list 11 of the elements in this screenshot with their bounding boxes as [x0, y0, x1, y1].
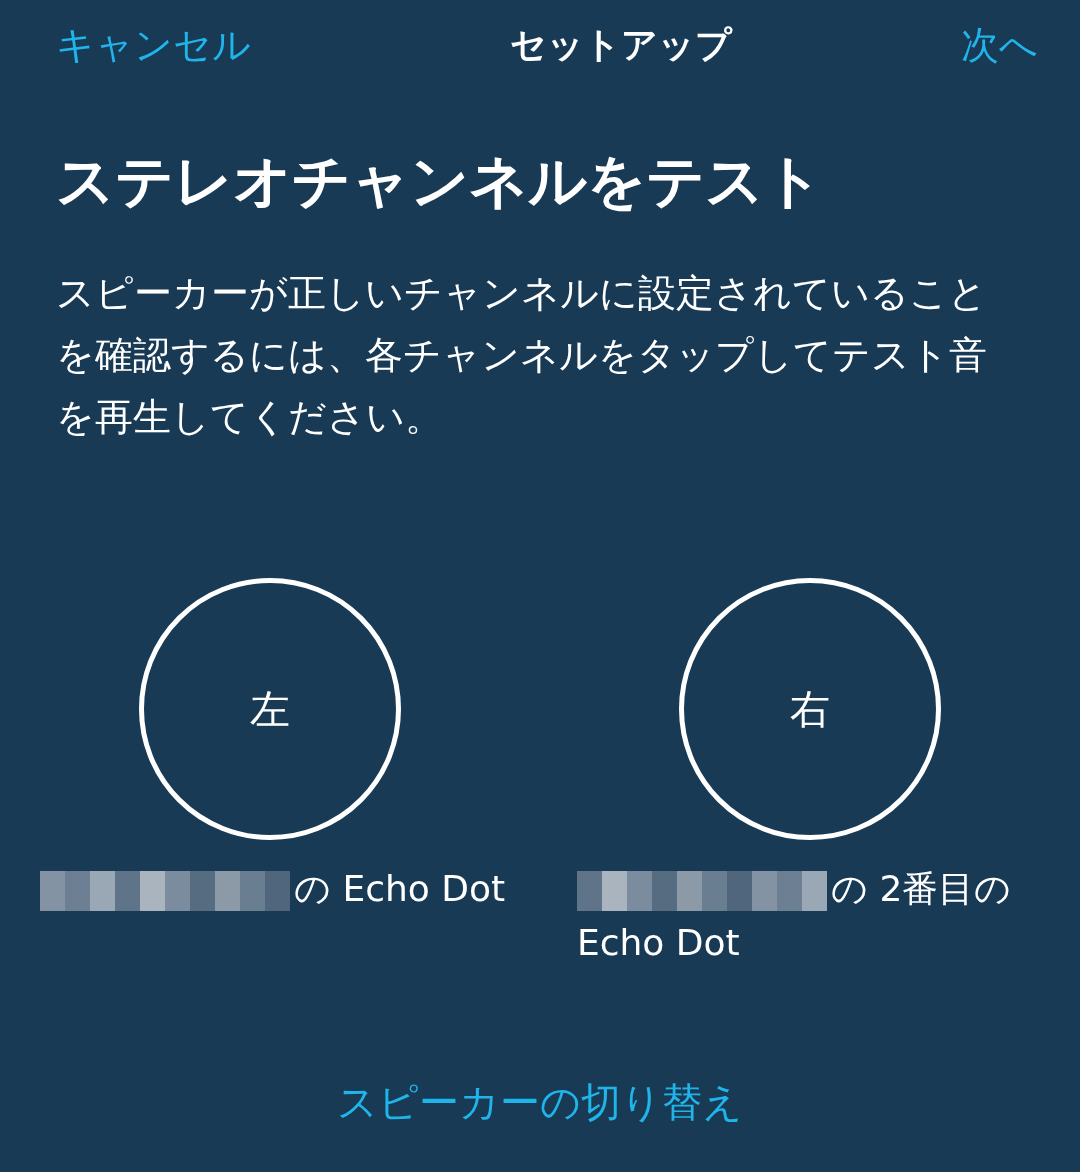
- screen-title: セットアップ: [510, 22, 732, 67]
- next-button[interactable]: 次へ: [961, 19, 1038, 71]
- device-name: の Echo Dot: [294, 868, 506, 909]
- device-name: の 2番目の: [831, 868, 1012, 909]
- device-name: Echo Dot: [577, 922, 740, 963]
- channel-test-button[interactable]: 左: [139, 578, 401, 840]
- switch-speakers-link[interactable]: スピーカーの切り替え: [337, 1075, 743, 1130]
- description: スピーカーが正しいチャンネルに設定されていることを確認するには、各チャンネルをタップしてテスト音を再生してください。: [56, 270, 988, 441]
- heading: ステレオチャンネルをテスト: [56, 152, 824, 210]
- cancel-button[interactable]: キャンセル: [56, 19, 251, 71]
- channel-test-button[interactable]: 右: [679, 578, 941, 840]
